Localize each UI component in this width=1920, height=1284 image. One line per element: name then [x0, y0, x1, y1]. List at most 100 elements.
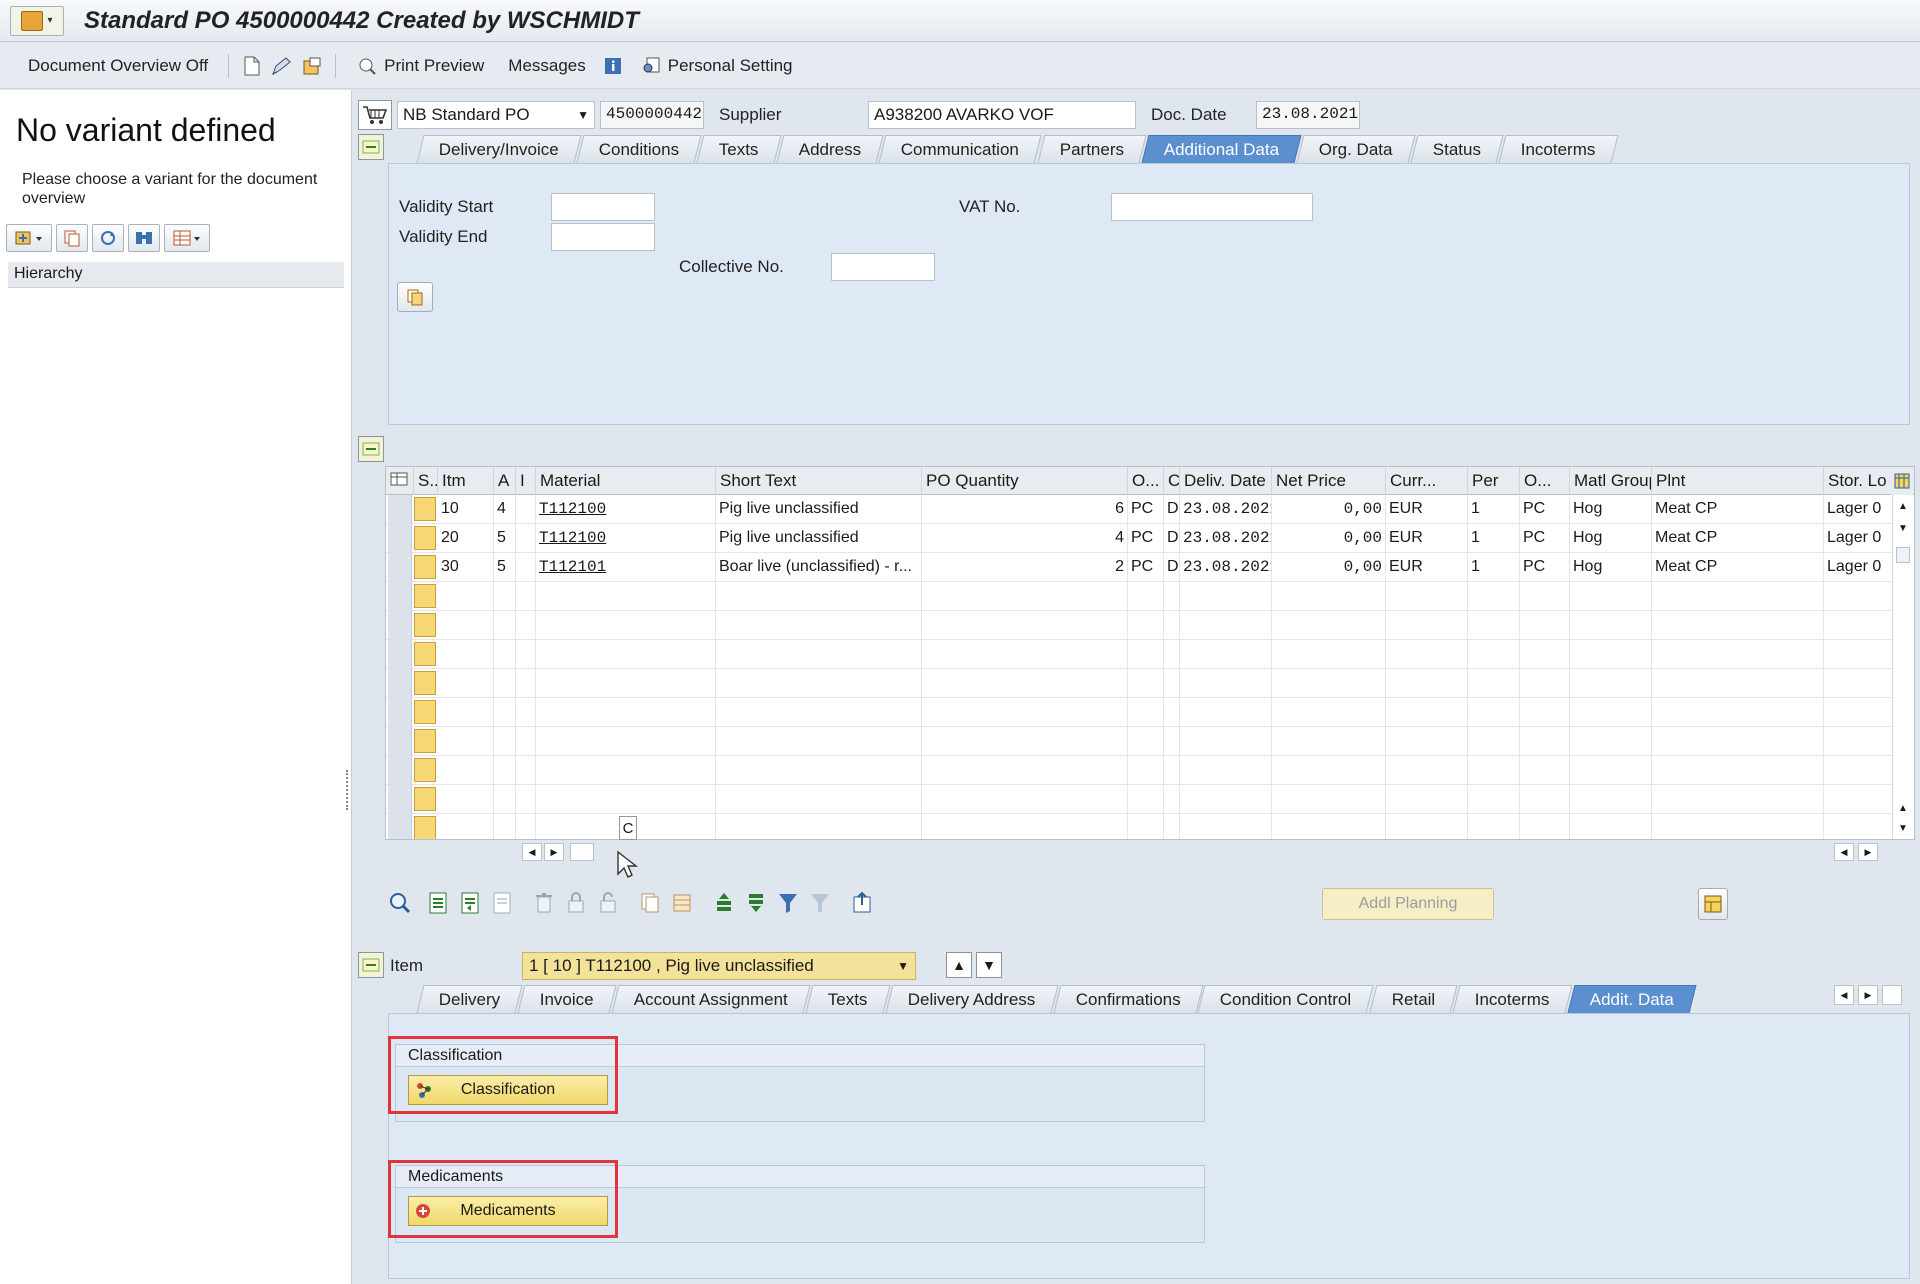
table-cell[interactable]: [716, 756, 922, 785]
status-cell[interactable]: [414, 758, 436, 782]
table-cell[interactable]: T112101: [536, 553, 716, 582]
table-cell[interactable]: [536, 698, 716, 727]
table-cell[interactable]: Lager 0: [1824, 553, 1894, 582]
table-cell[interactable]: [716, 727, 922, 756]
table-cell[interactable]: [1180, 727, 1272, 756]
table-cell[interactable]: [1386, 669, 1468, 698]
table-cell[interactable]: [1180, 669, 1272, 698]
previous-item-button[interactable]: ▲: [946, 952, 972, 978]
print-preview-button[interactable]: Print Preview: [348, 51, 492, 81]
item-tab-texts[interactable]: Texts: [805, 985, 891, 1013]
header-tab-delivery-invoice[interactable]: Delivery/Invoice: [416, 135, 582, 163]
table-config-icon[interactable]: [1891, 467, 1913, 495]
header-tab-communication[interactable]: Communication: [878, 135, 1042, 163]
item-tab-condition-control[interactable]: Condition Control: [1197, 985, 1375, 1013]
table-cell[interactable]: [438, 698, 494, 727]
table-cell[interactable]: [1520, 640, 1570, 669]
table-row[interactable]: [386, 640, 1914, 669]
column-header[interactable]: O...: [1520, 467, 1570, 495]
tab-scroll-right-icon[interactable]: ▶: [1858, 985, 1878, 1005]
table-cell[interactable]: [1180, 785, 1272, 814]
table-cell[interactable]: Meat CP: [1652, 495, 1824, 524]
item-tab-addit-data[interactable]: Addit. Data: [1567, 985, 1697, 1013]
table-cell[interactable]: [494, 727, 516, 756]
table-cell[interactable]: [1128, 582, 1164, 611]
table-cell[interactable]: [716, 814, 922, 839]
table-cell[interactable]: [1128, 669, 1164, 698]
table-cell[interactable]: [1652, 611, 1824, 640]
header-tab-partners[interactable]: Partners: [1037, 135, 1147, 163]
table-cell[interactable]: [1468, 698, 1520, 727]
table-cell[interactable]: [1164, 611, 1180, 640]
table-cell[interactable]: [516, 640, 536, 669]
scroll-up-bottom-icon[interactable]: ▲: [1898, 803, 1908, 814]
doc-date-field[interactable]: 23.08.2021: [1256, 101, 1360, 129]
scroll-left-icon[interactable]: ◀: [522, 843, 542, 861]
insert-line-icon[interactable]: [456, 888, 484, 918]
table-cell[interactable]: Meat CP: [1652, 524, 1824, 553]
table-cell[interactable]: [516, 524, 536, 553]
header-tab-additional-data[interactable]: Additional Data: [1141, 135, 1302, 163]
table-cell[interactable]: 23.08.2021: [1180, 524, 1272, 553]
app-menu-button[interactable]: ▾: [10, 5, 64, 36]
table-cell[interactable]: 10: [438, 495, 494, 524]
copy-button[interactable]: [56, 224, 88, 252]
table-cell[interactable]: 20: [438, 524, 494, 553]
table-cell[interactable]: [922, 698, 1128, 727]
table-cell[interactable]: [1386, 727, 1468, 756]
row-selector[interactable]: [388, 669, 412, 698]
table-cell[interactable]: 1: [1468, 524, 1520, 553]
addl-planning-button[interactable]: Addl Planning: [1322, 888, 1494, 920]
table-cell[interactable]: [1570, 756, 1652, 785]
table-row[interactable]: [386, 814, 1914, 839]
table-cell[interactable]: [1386, 640, 1468, 669]
table-cell[interactable]: [536, 785, 716, 814]
column-header[interactable]: Plnt: [1652, 467, 1824, 495]
table-cell[interactable]: [1824, 814, 1894, 839]
table-cell[interactable]: [1272, 669, 1386, 698]
table-cell[interactable]: [1180, 640, 1272, 669]
table-cell[interactable]: D: [1164, 495, 1180, 524]
table-cell[interactable]: [516, 698, 536, 727]
column-header[interactable]: Short Text: [716, 467, 922, 495]
table-cell[interactable]: [1520, 698, 1570, 727]
table-cell[interactable]: [716, 785, 922, 814]
table-row[interactable]: 20 5 T112100 Pig live unclassified 4 PC D 23.08…: [386, 524, 1914, 553]
table-cell[interactable]: [1272, 727, 1386, 756]
table-cell[interactable]: [1128, 698, 1164, 727]
item-tab-delivery-address[interactable]: Delivery Address: [885, 985, 1059, 1013]
table-cell[interactable]: 0,00: [1272, 553, 1386, 582]
unlock-icon[interactable]: [594, 888, 622, 918]
table-row[interactable]: [386, 582, 1914, 611]
row-selector[interactable]: [388, 524, 412, 553]
status-cell[interactable]: [414, 613, 436, 637]
tab-scroll-left-icon[interactable]: ◀: [1834, 985, 1854, 1005]
table-cell[interactable]: [516, 553, 536, 582]
table-cell[interactable]: [1164, 582, 1180, 611]
table-cell[interactable]: [516, 611, 536, 640]
column-header[interactable]: S..: [414, 467, 438, 495]
table-cell[interactable]: Hog: [1570, 524, 1652, 553]
table-cell[interactable]: [1128, 727, 1164, 756]
table-row[interactable]: 30 5 T112101 Boar live (unclassified) - r..…: [386, 553, 1914, 582]
row-selector[interactable]: [388, 814, 412, 839]
table-cell[interactable]: [1128, 814, 1164, 839]
table-cell[interactable]: Lager 0: [1824, 495, 1894, 524]
table-cell[interactable]: 4: [494, 495, 516, 524]
table-cell[interactable]: [1520, 582, 1570, 611]
table-cell[interactable]: 6: [922, 495, 1128, 524]
paste-rows-icon[interactable]: [668, 888, 696, 918]
table-row[interactable]: [386, 611, 1914, 640]
table-cell[interactable]: T112100: [536, 495, 716, 524]
table-cell[interactable]: [438, 756, 494, 785]
table-cell[interactable]: [494, 785, 516, 814]
table-cell[interactable]: [1570, 582, 1652, 611]
item-tab-account-assignment[interactable]: Account Assignment: [611, 985, 811, 1013]
table-cell[interactable]: PC: [1520, 553, 1570, 582]
column-header[interactable]: Stor. Lo: [1824, 467, 1894, 495]
table-row[interactable]: [386, 785, 1914, 814]
table-cell[interactable]: [1180, 698, 1272, 727]
scroll-right-icon[interactable]: ▶: [544, 843, 564, 861]
table-cell[interactable]: [1386, 698, 1468, 727]
row-selector[interactable]: [388, 727, 412, 756]
